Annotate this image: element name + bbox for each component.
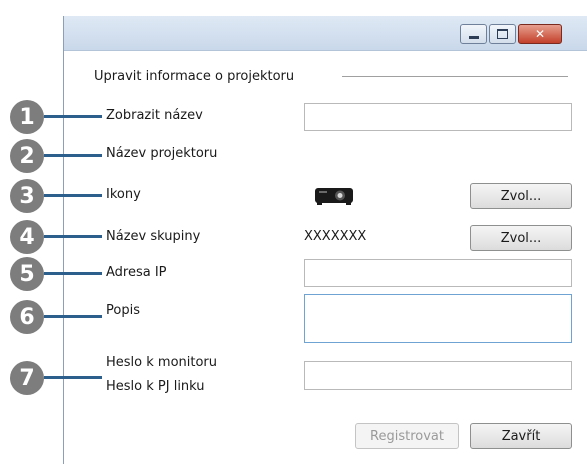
callout-1-leader [44, 115, 102, 118]
group-name-label: Název skupiny [106, 229, 201, 244]
choose-icon-button[interactable]: Zvol... [470, 183, 572, 209]
callout-6: 6 [10, 300, 44, 334]
maximize-button[interactable] [489, 24, 516, 44]
callout-4-leader [44, 235, 102, 238]
callout-3: 3 [10, 179, 44, 213]
ip-address-input[interactable] [304, 259, 572, 287]
section-divider [342, 76, 568, 77]
close-window-button[interactable]: ✕ [518, 24, 562, 44]
callout-4: 4 [10, 220, 44, 254]
minimize-icon [468, 35, 479, 39]
callout-6-leader [44, 315, 102, 318]
monitor-password-label: Heslo k monitoru [106, 355, 218, 370]
pj-link-password-input[interactable] [304, 361, 572, 390]
icons-label: Ikony [106, 187, 141, 202]
display-name-label: Zobrazit název [106, 108, 203, 123]
callout-2: 2 [10, 139, 44, 173]
ip-address-label: Adresa IP [106, 265, 167, 280]
close-icon: ✕ [534, 27, 546, 41]
callout-7-leader [44, 376, 102, 379]
description-input[interactable] [304, 294, 572, 343]
close-button[interactable]: Zavřít [470, 423, 572, 449]
register-button[interactable]: Registrovat [355, 423, 459, 449]
callout-3-leader [44, 194, 102, 197]
callout-7: 7 [10, 361, 44, 395]
maximize-icon [497, 29, 508, 39]
group-name-value: XXXXXXX [304, 229, 367, 244]
callout-5: 5 [10, 257, 44, 291]
callout-2-leader [44, 154, 102, 157]
display-name-input[interactable] [304, 103, 572, 131]
callout-1: 1 [10, 100, 44, 134]
callout-5-leader [44, 272, 102, 275]
title-bar: ✕ [64, 16, 587, 51]
choose-group-button[interactable]: Zvol... [470, 225, 572, 251]
pj-link-password-label: Heslo k PJ linku [106, 379, 205, 394]
projector-icon [315, 188, 353, 205]
projector-name-label: Název projektoru [106, 146, 218, 161]
minimize-button[interactable] [460, 24, 487, 44]
section-title: Upravit informace o projektoru [94, 69, 295, 84]
description-label: Popis [106, 303, 140, 318]
